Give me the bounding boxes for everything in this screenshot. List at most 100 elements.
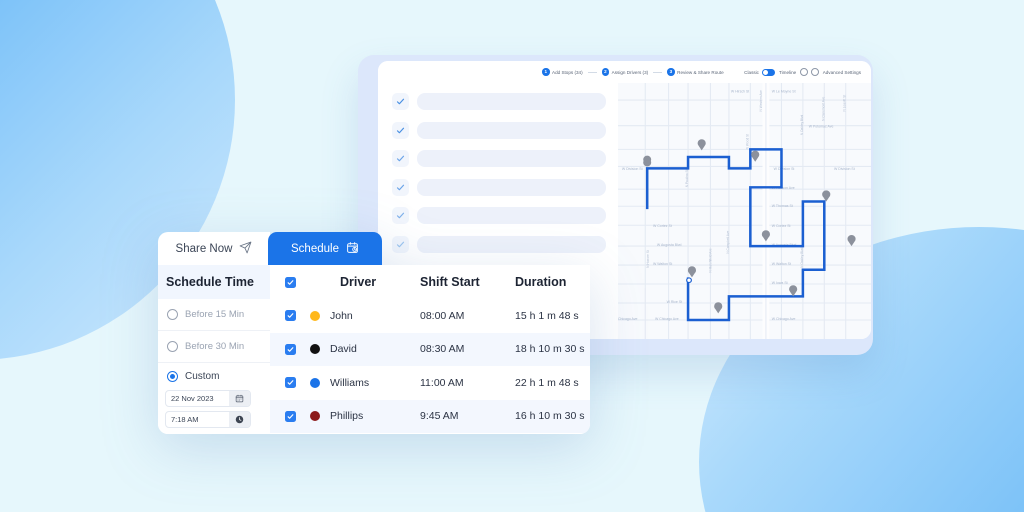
option-label: Before 30 Min <box>185 341 245 352</box>
shift-start-cell: 08:00 AM <box>420 309 465 322</box>
map-pin <box>643 155 652 167</box>
row-checkbox[interactable] <box>284 377 296 389</box>
header-shift-start: Shift Start <box>420 275 480 289</box>
svg-text:N Paulina St: N Paulina St <box>685 169 689 187</box>
select-all-checkbox[interactable] <box>284 276 296 288</box>
timeline-view-label[interactable]: Timeline <box>779 70 796 75</box>
advanced-settings-label[interactable]: Advanced Settings <box>823 70 861 75</box>
svg-text:N Claremont Ave: N Claremont Ave <box>821 97 825 121</box>
drivers-table: Driver Shift Start Duration John 08:00 A… <box>270 265 590 434</box>
table-row[interactable]: Williams 11:00 AM 22 h 1 m 48 s <box>270 366 590 400</box>
svg-text:W Hirsch St: W Hirsch St <box>731 90 749 94</box>
check-icon[interactable] <box>392 207 409 224</box>
option-label: Custom <box>185 371 220 382</box>
table-row[interactable]: John 08:00 AM 15 h 1 m 48 s <box>270 299 590 333</box>
radio-before-15-min[interactable] <box>167 309 178 320</box>
toolbar-right-controls: Classic Timeline Advanced Settings <box>744 68 861 76</box>
driver-color-dot <box>310 411 320 422</box>
table-header-row: Driver Shift Start Duration <box>270 265 590 299</box>
step-add-stops[interactable]: 1 Add Stops (34) <box>542 68 583 76</box>
gear-icon[interactable] <box>811 68 820 76</box>
svg-text:N Oakley Blvd: N Oakley Blvd <box>800 115 804 136</box>
card-tabs: Share Now Schedule <box>158 232 382 265</box>
row-checkbox[interactable] <box>284 310 296 322</box>
option-before-30-min[interactable]: Before 30 Min <box>158 331 270 363</box>
driver-cell: Phillips <box>310 410 420 422</box>
row-checkbox[interactable] <box>284 343 296 355</box>
driver-cell: Williams <box>310 377 420 389</box>
table-row[interactable]: David 08:30 AM 18 h 10 m 30 s <box>270 332 590 366</box>
step-number: 3 <box>667 68 675 76</box>
step-label: Assign Drivers (3) <box>611 69 649 75</box>
tab-share-now[interactable]: Share Now <box>158 232 270 265</box>
step-progress: 1 Add Stops (34) 2 Assign Drivers (3) 3 … <box>542 68 724 76</box>
svg-text:W Division St: W Division St <box>774 167 795 171</box>
svg-text:W Walton St: W Walton St <box>653 262 672 266</box>
option-before-15-min[interactable]: Before 15 Min <box>158 299 270 331</box>
route-map[interactable]: W Hirsch St W Le Moyne St W Potomac Ave … <box>618 83 871 339</box>
tab-schedule-label: Schedule <box>291 242 339 255</box>
svg-text:N Honore St: N Honore St <box>646 250 650 268</box>
header-duration: Duration <box>515 275 567 289</box>
date-field[interactable]: 22 Nov 2023 <box>165 390 251 407</box>
row-select-cell[interactable] <box>270 343 310 355</box>
svg-text:N Oakley Blvd: N Oakley Blvd <box>800 247 804 268</box>
row-select-cell[interactable] <box>270 310 310 322</box>
list-item[interactable] <box>392 93 606 110</box>
classic-view-label[interactable]: Classic <box>744 70 759 75</box>
svg-text:N Western Ave: N Western Ave <box>759 90 763 111</box>
step-review-share[interactable]: 3 Review & Share Route <box>667 68 724 76</box>
step-separator <box>587 71 597 73</box>
check-icon[interactable] <box>392 150 409 167</box>
list-item[interactable] <box>392 121 606 139</box>
list-item[interactable] <box>392 207 606 224</box>
option-label: Before 15 Min <box>185 309 245 320</box>
driver-cell: David <box>310 343 420 355</box>
svg-text:W Division St: W Division St <box>622 167 643 171</box>
row-checkbox[interactable] <box>284 410 296 422</box>
radio-custom[interactable] <box>167 371 178 382</box>
select-all-cell[interactable] <box>270 276 310 288</box>
time-field[interactable]: 7:18 AM <box>165 411 251 428</box>
step-assign-drivers[interactable]: 2 Assign Drivers (3) <box>601 68 649 76</box>
tab-share-now-label: Share Now <box>175 242 233 255</box>
check-icon[interactable] <box>392 178 409 196</box>
row-select-cell[interactable] <box>270 410 310 422</box>
row-select-cell[interactable] <box>270 377 310 389</box>
driver-color-dot <box>310 344 320 355</box>
list-item-placeholder <box>417 93 606 110</box>
calendar-icon[interactable] <box>229 391 250 406</box>
svg-text:W Thomas St: W Thomas St <box>772 204 793 208</box>
tab-schedule[interactable]: Schedule <box>268 232 382 265</box>
page-stage: 1 Add Stops (34) 2 Assign Drivers (3) 3 … <box>0 0 1024 512</box>
driver-cell: John <box>310 310 420 322</box>
svg-text:N Marshfield Ave: N Marshfield Ave <box>708 248 712 272</box>
help-circle-icon[interactable] <box>799 68 808 76</box>
svg-text:W Le Moyne St: W Le Moyne St <box>772 90 796 94</box>
svg-text:N Leavitt St: N Leavitt St <box>843 95 847 112</box>
svg-text:W Cortez St: W Cortez St <box>653 224 672 228</box>
step-separator <box>653 71 663 73</box>
svg-text:Chicago Ave: Chicago Ave <box>618 317 638 321</box>
shift-start-cell: 08:30 AM <box>420 343 465 356</box>
card-body: Schedule Time Before 15 Min Before 30 Mi… <box>158 265 590 434</box>
duration-cell: 15 h 1 m 48 s <box>515 309 579 322</box>
radio-before-30-min[interactable] <box>167 341 178 352</box>
view-mode-toggle[interactable] <box>762 68 776 76</box>
table-row[interactable]: Phillips 9:45 AM 16 h 10 m 30 s <box>270 399 590 433</box>
list-item[interactable] <box>392 178 606 196</box>
option-custom[interactable]: Custom <box>158 363 270 390</box>
paper-plane-icon <box>239 241 252 257</box>
svg-text:W Chicago Ave: W Chicago Ave <box>772 317 796 321</box>
schedule-card: Share Now Schedule Schedule Time Before … <box>158 232 590 434</box>
schedule-time-panel: Schedule Time Before 15 Min Before 30 Mi… <box>158 265 270 434</box>
driver-name: John <box>330 309 353 322</box>
clock-icon[interactable] <box>229 412 250 427</box>
check-icon[interactable] <box>392 121 409 139</box>
list-item-placeholder <box>417 178 606 196</box>
svg-text:N Wood St: N Wood St <box>745 134 749 150</box>
check-icon[interactable] <box>392 93 409 110</box>
list-item[interactable] <box>392 150 606 167</box>
svg-text:W Potomac Ave: W Potomac Ave <box>809 125 834 129</box>
app-toolbar: 1 Add Stops (34) 2 Assign Drivers (3) 3 … <box>378 61 871 83</box>
